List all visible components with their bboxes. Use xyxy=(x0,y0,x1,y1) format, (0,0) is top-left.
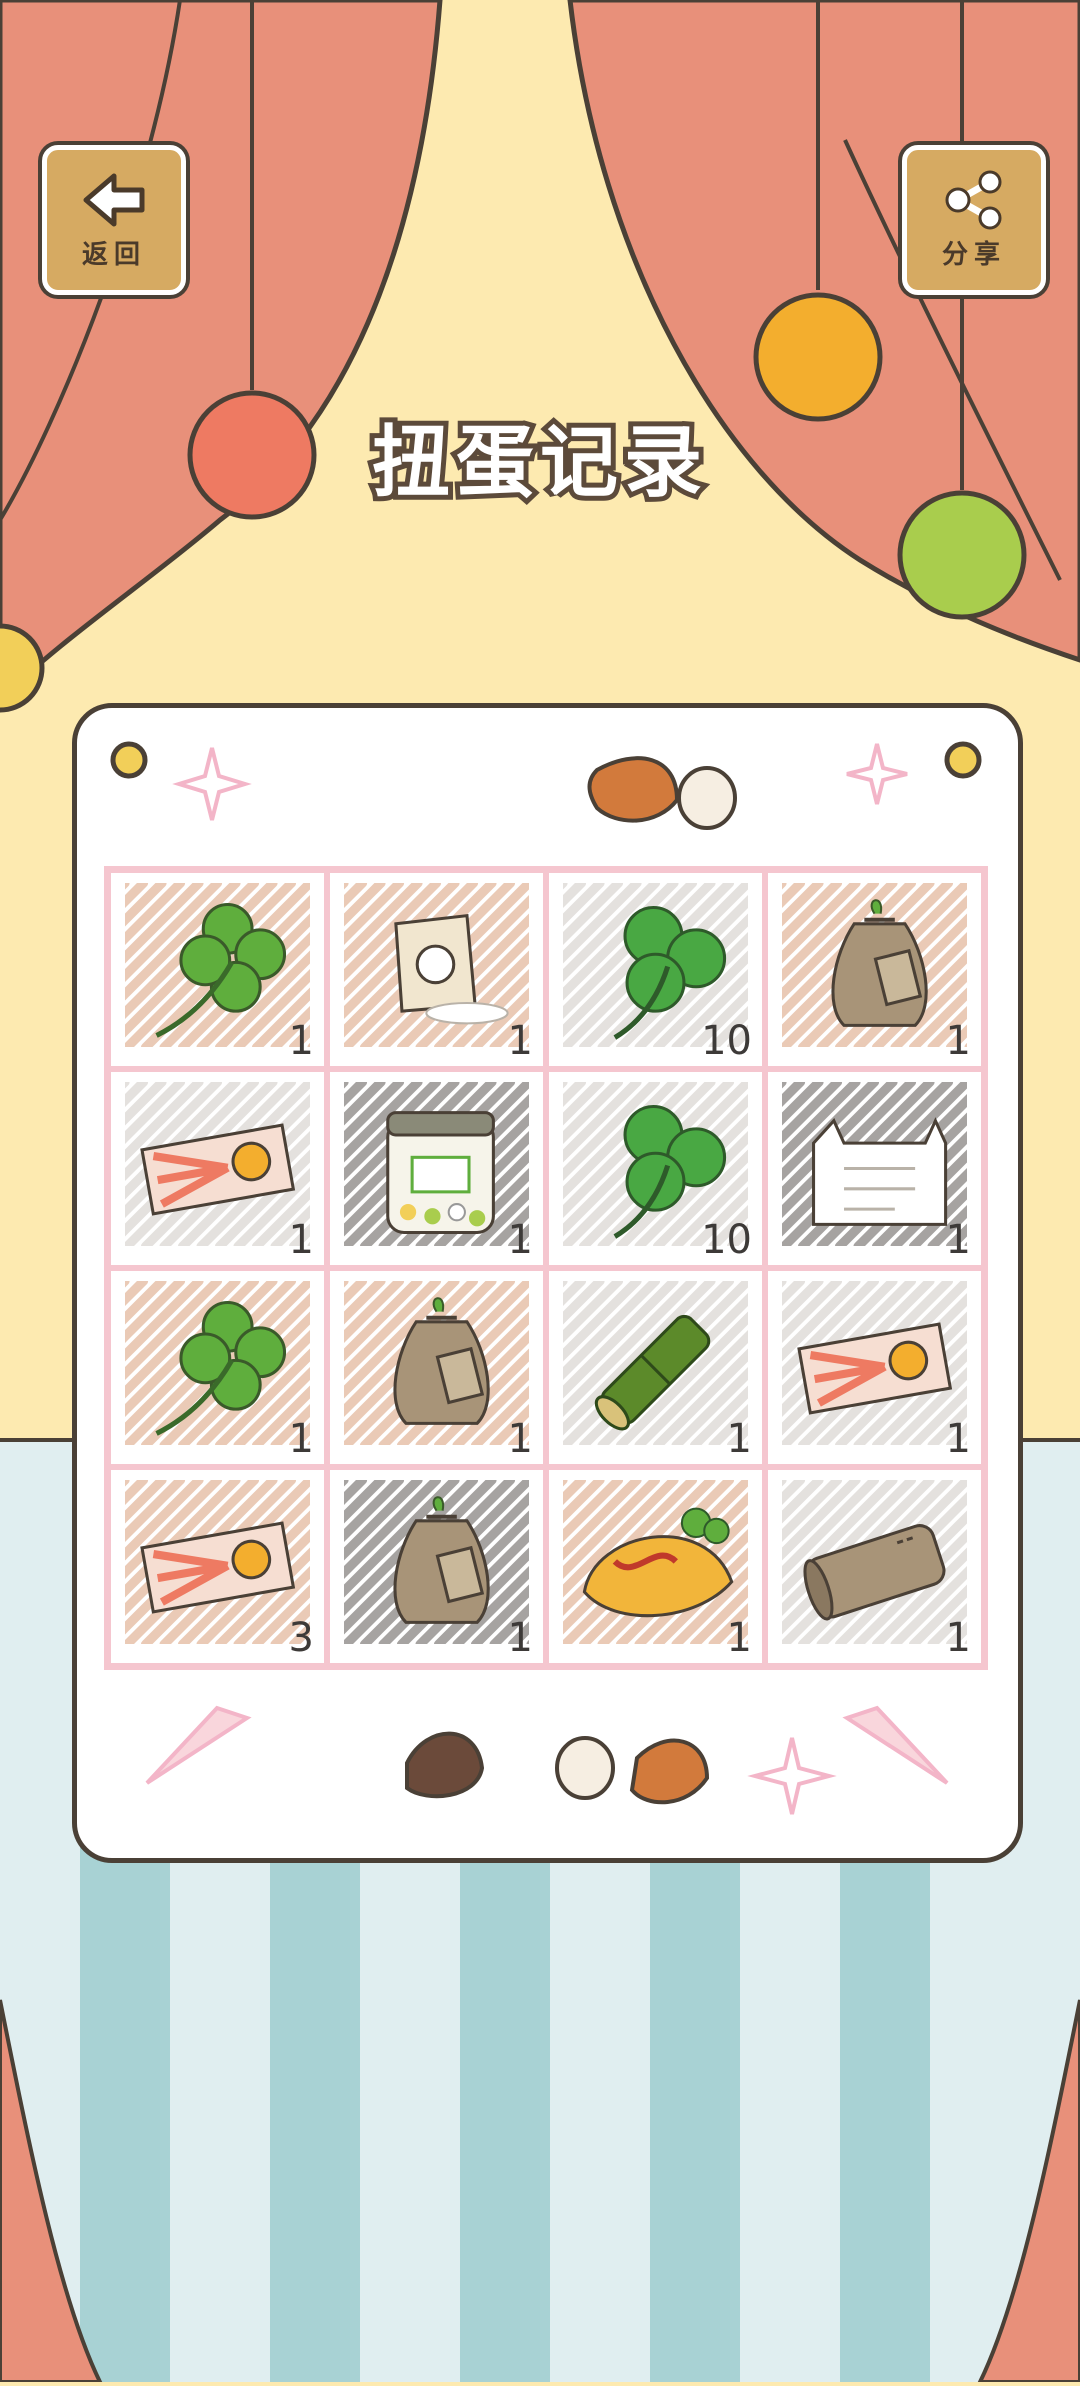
party-popper-icon xyxy=(842,1705,949,1785)
grid-cell-seed-bag[interactable]: 1 xyxy=(765,870,984,1069)
grid-cell-ticket[interactable]: 3 xyxy=(108,1467,327,1666)
page-title: 扭蛋记录 xyxy=(367,413,708,513)
item-count: 1 xyxy=(945,1018,971,1064)
item-count: 1 xyxy=(507,1217,533,1263)
grid-cell-seed-bag[interactable]: 1 xyxy=(327,1467,546,1666)
item-count: 1 xyxy=(288,1416,314,1462)
item-count: 1 xyxy=(288,1217,314,1263)
item-count: 1 xyxy=(945,1615,971,1661)
grid-cell-three-leaf-clover[interactable]: 10 xyxy=(546,870,765,1069)
grid-cell-four-leaf-clover[interactable]: 1 xyxy=(108,870,327,1069)
arrow-left-icon xyxy=(83,173,145,226)
back-label: 返回 xyxy=(81,239,146,270)
item-count: 10 xyxy=(701,1018,752,1064)
grid-cell-cloth-roll[interactable]: 1 xyxy=(765,1467,984,1666)
grid-cell-four-leaf-clover[interactable]: 1 xyxy=(108,1268,327,1467)
chestnut-icon xyxy=(405,1731,710,1805)
grid-cell-salt-bag[interactable]: 1 xyxy=(327,870,546,1069)
item-count: 1 xyxy=(945,1217,971,1263)
item-count: 1 xyxy=(726,1416,752,1462)
share-button[interactable]: 分享 xyxy=(902,145,1046,295)
share-label: 分享 xyxy=(941,239,1006,270)
grid-cell-ticket[interactable]: 1 xyxy=(108,1069,327,1268)
grid-cell-three-leaf-clover[interactable]: 10 xyxy=(546,1069,765,1268)
item-count: 3 xyxy=(288,1615,314,1661)
item-count: 1 xyxy=(507,1018,533,1064)
chestnut-icon xyxy=(587,756,737,830)
item-count: 1 xyxy=(507,1416,533,1462)
grid-cell-cat-letter[interactable]: 1 xyxy=(765,1069,984,1268)
party-popper-icon xyxy=(145,1705,252,1785)
back-button[interactable]: 返回 xyxy=(42,145,186,295)
pin-right-icon xyxy=(944,741,982,779)
share-icon xyxy=(945,170,1002,229)
grid-cell-ticket[interactable]: 1 xyxy=(765,1268,984,1467)
item-count: 10 xyxy=(701,1217,752,1263)
sparkle-icon xyxy=(172,747,252,821)
item-count: 1 xyxy=(945,1416,971,1462)
item-count: 1 xyxy=(507,1615,533,1661)
sparkle-icon xyxy=(846,743,908,805)
pin-left-icon xyxy=(110,741,148,779)
item-count: 1 xyxy=(288,1018,314,1064)
sparkle-icon xyxy=(747,1737,837,1815)
grid-cell-candy-jar[interactable]: 1 xyxy=(327,1069,546,1268)
grid-cell-bamboo[interactable]: 1 xyxy=(546,1268,765,1467)
grid-cell-seed-bag[interactable]: 1 xyxy=(327,1268,546,1467)
grid-cell-omelette[interactable]: 1 xyxy=(546,1467,765,1666)
item-count: 1 xyxy=(726,1615,752,1661)
capsule-record-grid: 1 1 10 1 1 1 10 1 1 1 1 1 3 1 1 1 xyxy=(104,866,988,1670)
